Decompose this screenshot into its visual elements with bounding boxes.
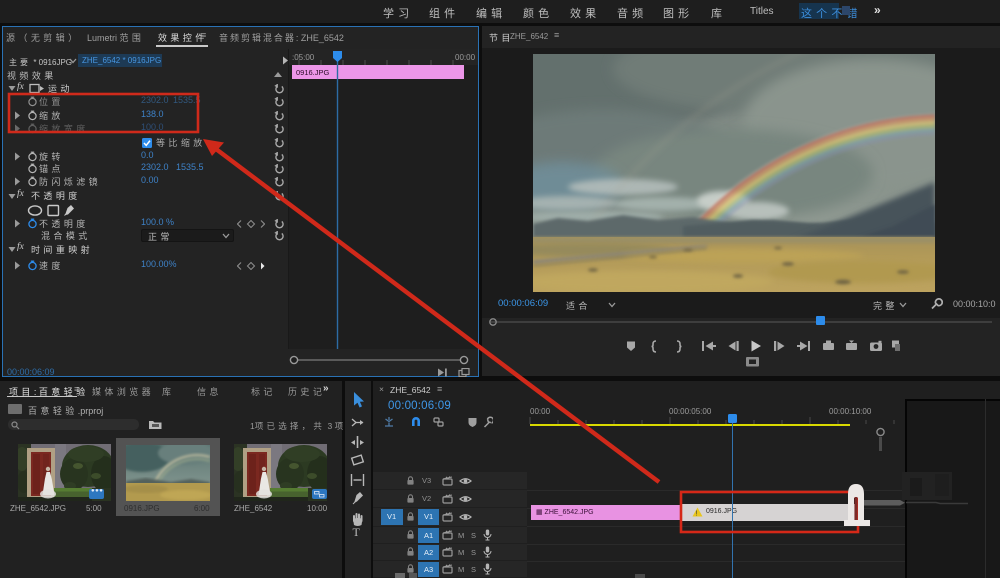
svg-text:!: ! [696,511,698,517]
svg-text:0916.JPG: 0916.JPG [296,68,330,77]
svg-text:T: T [353,525,361,536]
